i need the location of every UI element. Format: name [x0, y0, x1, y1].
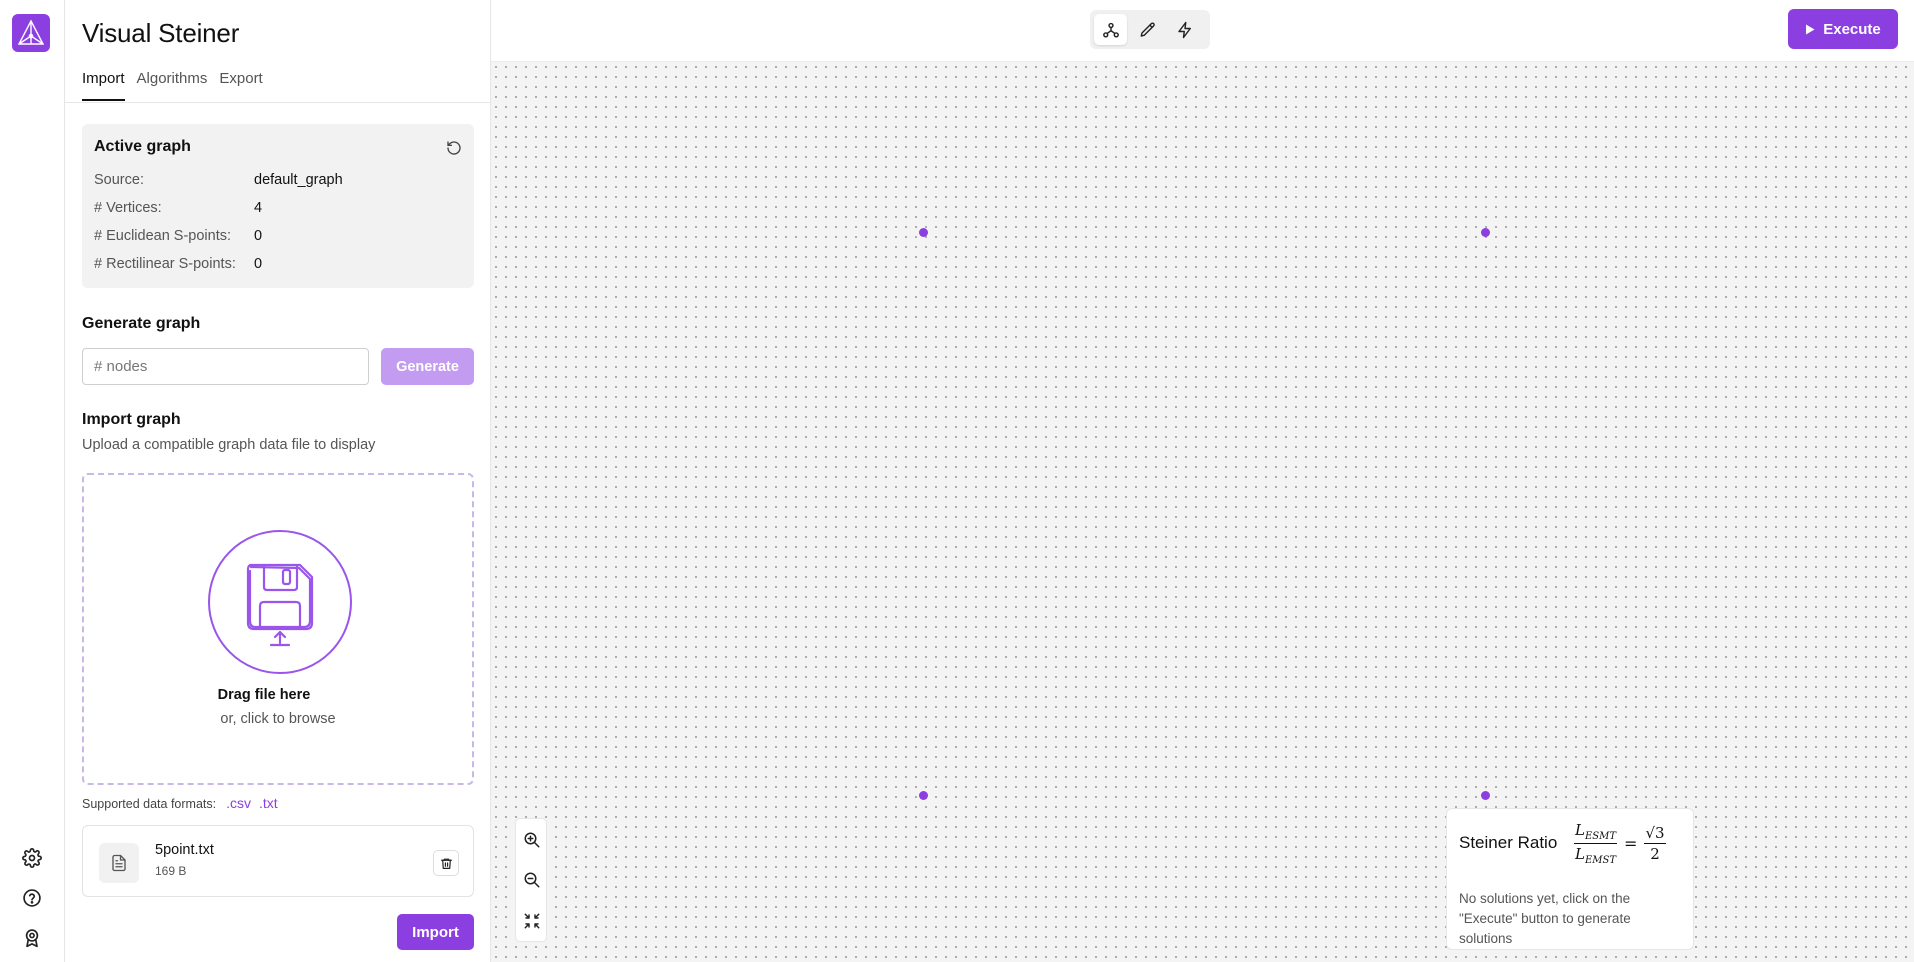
execute-button[interactable]: Execute [1788, 9, 1898, 49]
graph-nodes-icon [1102, 22, 1119, 38]
import-button[interactable]: Import [397, 914, 474, 950]
app-title: Visual Steiner [82, 18, 240, 48]
lightning-icon [1177, 21, 1191, 38]
generate-graph-title: Generate graph [82, 315, 201, 332]
import-graph-subtitle: Upload a compatible graph data file to d… [82, 437, 376, 453]
play-icon [1806, 24, 1815, 34]
zoom-in-button[interactable] [519, 827, 545, 853]
vertices-label: # Vertices: [94, 200, 162, 216]
value-numerator: √3 [1644, 824, 1666, 844]
format-csv: .csv [226, 795, 251, 811]
vertices-value: 4 [254, 200, 263, 216]
file-text-icon [112, 854, 126, 872]
file-icon-wrap [99, 843, 139, 883]
generate-button[interactable]: Generate [381, 348, 474, 385]
upload-circle [208, 530, 352, 674]
tab-algorithms[interactable]: Algorithms [137, 70, 208, 101]
drop-subtitle: or, click to browse [220, 711, 336, 727]
reset-graph-button[interactable] [444, 138, 464, 158]
graph-vertex[interactable] [1480, 790, 1490, 800]
numerator-symbol: L [1575, 821, 1585, 839]
equals-sign: = [1624, 834, 1638, 853]
steiner-ratio-formula: LESMT LEMST = √3 2 [1574, 821, 1666, 866]
graph-vertex[interactable] [918, 790, 928, 800]
fit-view-button[interactable] [519, 908, 545, 934]
ratio-numerator: LESMT [1574, 821, 1618, 844]
supported-formats: Supported data formats: .csv .txt [82, 795, 278, 811]
app-logo[interactable] [12, 14, 50, 52]
active-graph-card: Active graph Source: default_graph # Ver… [82, 124, 474, 288]
ratio-denominator: LEMST [1574, 844, 1617, 866]
zoom-out-icon [524, 872, 540, 888]
icon-rail [0, 0, 65, 962]
source-label: Source: [94, 172, 144, 188]
import-graph-title: Import graph [82, 411, 181, 428]
tool-selector [1090, 10, 1210, 49]
file-size: 169 B [155, 864, 187, 878]
ratio-fraction: LESMT LEMST [1574, 821, 1618, 866]
top-toolbar: Execute [491, 0, 1914, 62]
no-solutions-message: No solutions yet, click on the "Execute"… [1459, 891, 1631, 946]
remove-file-button[interactable] [433, 850, 459, 876]
graph-canvas[interactable]: Steiner Ratio LESMT LEMST = √3 2 No solu… [491, 62, 1914, 962]
sidebar-tabs: Import Algorithms Export [82, 70, 263, 101]
zoom-out-button[interactable] [519, 867, 545, 893]
file-name: 5point.txt [155, 842, 214, 858]
value-denominator: 2 [1650, 845, 1660, 863]
help-button[interactable] [18, 884, 46, 912]
uploaded-file-card: 5point.txt 169 B [82, 825, 474, 897]
collapse-arrows-icon [524, 913, 540, 929]
graph-tool-button[interactable] [1094, 14, 1127, 45]
draw-tool-button[interactable] [1131, 14, 1164, 45]
nodes-count-input[interactable] [82, 348, 369, 385]
numerator-subscript: ESMT [1584, 831, 1617, 842]
tabs-divider [65, 102, 491, 103]
format-txt: .txt [259, 795, 278, 811]
graph-vertex[interactable] [918, 227, 928, 237]
pencil-icon [1140, 21, 1155, 37]
graph-vertex[interactable] [1480, 227, 1490, 237]
denominator-subscript: EMST [1584, 855, 1617, 866]
active-graph-title: Active graph [94, 138, 191, 155]
value-fraction: √3 2 [1644, 824, 1666, 863]
help-circle-icon [23, 889, 41, 907]
denominator-symbol: L [1575, 845, 1585, 863]
formats-label: Supported data formats: [82, 797, 217, 811]
sidebar-panel: Visual Steiner Import Algorithms Export … [65, 0, 491, 962]
badge-icon [25, 929, 39, 948]
logo-icon [17, 19, 45, 45]
euclidean-spoints-label: # Euclidean S-points: [94, 228, 232, 244]
tab-export[interactable]: Export [219, 70, 262, 101]
steiner-ratio-card: Steiner Ratio LESMT LEMST = √3 2 No solu… [1446, 808, 1694, 950]
tab-import[interactable]: Import [82, 70, 125, 101]
refresh-icon [447, 141, 461, 155]
execute-label: Execute [1823, 20, 1881, 38]
settings-button[interactable] [18, 844, 46, 872]
trash-icon [440, 858, 452, 869]
rectilinear-spoints-value: 0 [254, 256, 263, 272]
euclidean-spoints-value: 0 [254, 228, 263, 244]
source-value: default_graph [254, 172, 343, 188]
achievements-button[interactable] [18, 924, 46, 952]
auto-tool-button[interactable] [1168, 14, 1201, 45]
floppy-upload-icon [246, 563, 314, 647]
zoom-in-icon [524, 832, 540, 848]
file-dropzone[interactable]: Drag file here or, click to browse [82, 473, 474, 785]
zoom-controls [515, 818, 547, 942]
gear-icon [22, 848, 42, 868]
steiner-ratio-title: Steiner Ratio [1459, 833, 1558, 852]
drop-title: Drag file here [217, 687, 311, 703]
rectilinear-spoints-label: # Rectilinear S-points: [94, 256, 236, 272]
app-root: Visual Steiner Import Algorithms Export … [0, 0, 1914, 962]
